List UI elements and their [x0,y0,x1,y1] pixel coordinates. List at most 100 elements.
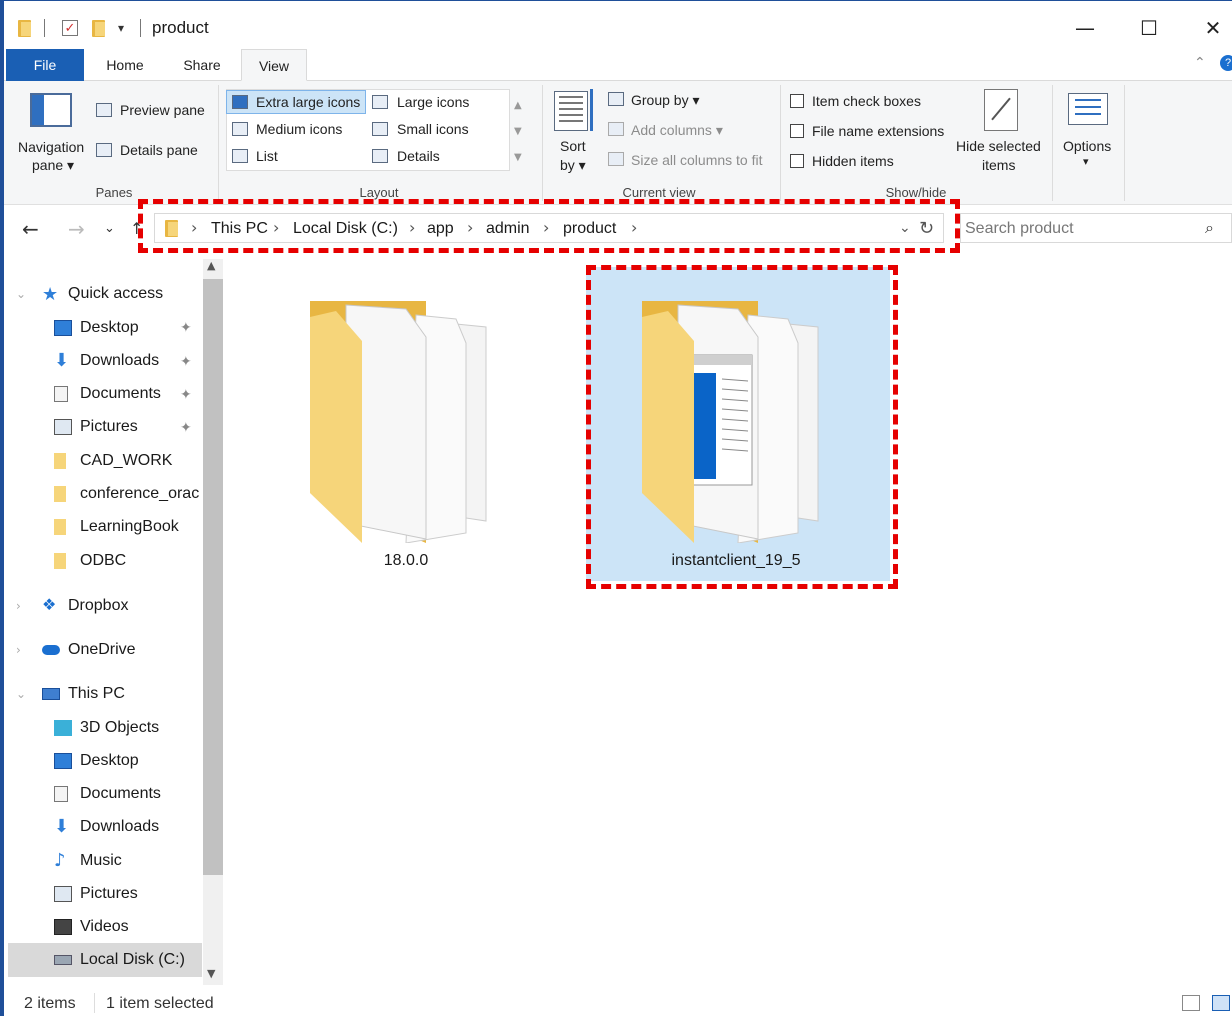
nav-3d-objects[interactable]: 3D Objects [54,713,159,743]
new-folder-icon[interactable] [92,17,105,39]
sort-by-label[interactable]: Sort [560,138,586,154]
computer-icon [42,688,60,700]
list-option[interactable]: List [256,148,278,164]
tab-share[interactable]: Share [176,49,228,81]
options-dropdown-icon[interactable]: ▾ [1083,155,1089,168]
layout-scroll-arrows[interactable]: ▲ ▼ ▼ [514,93,522,171]
size-all-columns-button[interactable]: Size all columns to fit [631,152,763,168]
navigation-pane-icon[interactable] [30,93,72,127]
folder-item[interactable] [296,293,516,544]
nav-local-disk[interactable]: Local Disk (C:) [54,945,185,975]
current-view-group-label: Current view [622,185,696,200]
nav-scrollbar-thumb[interactable] [203,279,223,875]
expand-chevron-icon[interactable]: › [16,599,21,613]
dropbox-icon: ❖ [42,597,57,614]
sort-by-icon[interactable] [554,91,588,131]
title-bar: ✓ ▾ product — ☐ ✕ [4,1,1232,45]
hide-selected-label[interactable]: Hide selected [956,138,1041,154]
folder-icon [54,486,66,502]
minimize-button[interactable]: — [1070,13,1100,43]
medium-icons-option[interactable]: Medium icons [256,121,342,137]
navigation-pane-label[interactable]: Navigation [18,139,84,155]
nav-pc-pictures[interactable]: Pictures [54,879,138,909]
list-icon [232,149,248,163]
expand-chevron-icon[interactable]: ⌄ [16,287,26,301]
tab-file[interactable]: File [6,49,84,81]
item-check-boxes-label[interactable]: Item check boxes [812,93,921,109]
pin-icon[interactable]: ✦ [180,419,192,436]
small-icons-option[interactable]: Small icons [397,121,469,137]
search-box[interactable]: ⌕ [960,213,1232,243]
scroll-down-icon[interactable]: ▼ [207,967,215,980]
expand-chevron-icon[interactable]: ⌄ [16,687,26,701]
group-by-button[interactable]: Group by ▾ [631,92,700,109]
collapse-ribbon-icon[interactable]: ⌃ [1194,55,1206,71]
search-icon[interactable]: ⌕ [1205,218,1214,238]
selected-folder-highlight [586,265,898,589]
nav-pc-downloads[interactable]: ⬇ Downloads [54,812,159,842]
nav-pc-desktop[interactable]: Desktop [54,746,139,776]
options-icon[interactable] [1068,93,1108,125]
nav-desktop[interactable]: Desktop [54,313,139,343]
pin-icon[interactable]: ✦ [180,319,192,336]
details-pane-button[interactable]: Details pane [120,142,198,158]
item-check-boxes-checkbox[interactable] [790,94,804,108]
pin-icon[interactable]: ✦ [180,386,192,403]
expand-chevron-icon[interactable]: › [16,643,21,657]
hidden-items-label[interactable]: Hidden items [812,153,894,169]
file-explorer-window: ✓ ▾ product — ☐ ✕ File Home Share View ⌃… [0,0,1232,1016]
navigation-pane-label-2[interactable]: pane ▾ [32,157,74,174]
add-columns-icon [608,122,624,136]
download-arrow-icon: ⬇ [54,816,70,837]
synced-folder-icon [54,453,66,469]
item-count: 2 items [24,995,76,1012]
nav-this-pc[interactable]: This PC [42,679,125,709]
properties-check-icon[interactable]: ✓ [62,17,78,39]
large-icons-view-icon[interactable] [1212,995,1230,1011]
nav-documents[interactable]: Documents [54,379,161,409]
add-columns-button[interactable]: Add columns ▾ [631,122,723,139]
scroll-up-icon[interactable]: ▲ [207,259,215,272]
file-name-extensions-checkbox[interactable] [790,124,804,138]
help-icon[interactable]: ? [1220,55,1232,71]
nav-downloads[interactable]: ⬇ Downloads [54,346,159,376]
large-icons-option[interactable]: Large icons [397,94,469,110]
preview-pane-button[interactable]: Preview pane [120,102,205,118]
back-button[interactable]: ← [22,217,39,241]
file-name-extensions-label[interactable]: File name extensions [812,123,944,139]
options-button[interactable]: Options [1063,138,1111,154]
details-view-icon[interactable] [1182,995,1200,1011]
nav-pc-documents[interactable]: Documents [54,779,161,809]
close-button[interactable]: ✕ [1198,13,1228,43]
extra-large-icons-option[interactable]: Extra large icons [256,94,360,110]
recent-locations-dropdown[interactable]: ⌄ [104,221,115,236]
customize-toolbar-dropdown[interactable]: ▾ [118,17,124,39]
nav-pictures[interactable]: Pictures [54,412,138,442]
nav-conference-orac[interactable]: conference_orac [54,479,199,509]
hidden-items-checkbox[interactable] [790,154,804,168]
nav-music[interactable]: ♪ Music [54,846,122,876]
extra-large-icons-icon [232,95,248,109]
search-input[interactable] [965,218,1195,240]
hide-selected-label-2[interactable]: items [982,157,1015,173]
nav-videos[interactable]: Videos [54,912,129,942]
maximize-button[interactable]: ☐ [1134,13,1164,43]
details-option[interactable]: Details [397,148,440,164]
nav-onedrive[interactable]: OneDrive [42,635,136,665]
tab-home[interactable]: Home [100,49,150,81]
nav-learningbook[interactable]: LearningBook [54,512,179,542]
ribbon-divider [542,85,543,201]
hide-selected-icon[interactable] [984,89,1018,131]
pin-icon[interactable]: ✦ [180,353,192,370]
nav-odbc[interactable]: ODBC [54,546,126,576]
document-icon [54,386,68,402]
group-by-icon [608,92,624,106]
sort-by-label-2[interactable]: by ▾ [560,157,586,174]
forward-button[interactable]: → [68,217,85,241]
nav-dropbox[interactable]: ❖ Dropbox [42,591,128,621]
nav-cad-work[interactable]: CAD_WORK [54,446,172,476]
toolbar-separator [44,17,45,39]
tab-view[interactable]: View [241,49,307,81]
nav-quick-access[interactable]: ★ Quick access [42,279,163,309]
folder-label[interactable]: 18.0.0 [356,552,456,570]
